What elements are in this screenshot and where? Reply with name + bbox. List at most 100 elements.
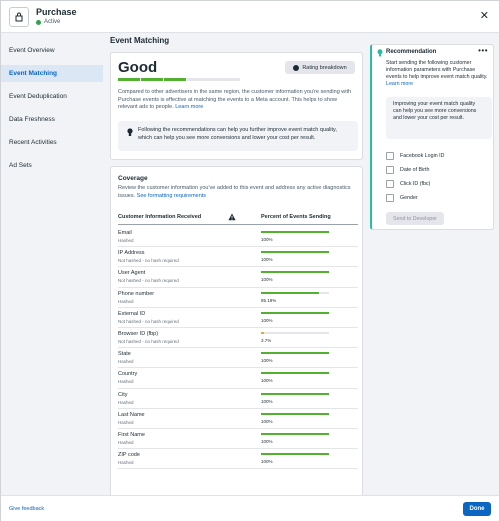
- info-icon: [293, 64, 300, 71]
- table-row: Phone number Hashed 85.19%: [118, 288, 358, 308]
- rating-label: Good: [118, 59, 158, 76]
- coverage-bar-track: [261, 412, 329, 415]
- param-label: Click ID (fbc): [400, 181, 431, 187]
- more-options-icon[interactable]: •••: [478, 46, 488, 55]
- hash-status: Not hashed - no hash required: [118, 278, 179, 284]
- coverage-bar-fill: [261, 352, 329, 355]
- sidebar-item-event-matching[interactable]: Event Matching: [1, 65, 103, 82]
- rating-segment: [187, 78, 240, 81]
- coverage-bar-fill: [261, 291, 319, 294]
- param-name: Browser ID (fbp): [118, 330, 159, 337]
- coverage-table-header: Customer Information Received Percent of…: [118, 211, 358, 225]
- param-name: Last Name: [118, 411, 145, 418]
- status-dot-icon: [36, 19, 41, 25]
- hash-status: Hashed: [118, 439, 134, 445]
- coverage-bar-fill: [261, 231, 329, 233]
- tip-box: Following the recommendations can help y…: [118, 121, 358, 151]
- dialog-footer: Give feedback Done: [1, 495, 499, 521]
- close-icon[interactable]: ✕: [480, 9, 489, 22]
- recommendation-description-text: Start sending the following customer inf…: [386, 60, 488, 80]
- param-name: User Agent: [118, 270, 146, 277]
- hash-status: Hashed: [118, 359, 134, 365]
- coverage-percent: 100%: [261, 438, 273, 444]
- coverage-bar-track: [261, 432, 329, 435]
- sidebar-item-recent-activities[interactable]: Recent Activities: [1, 134, 105, 151]
- checkbox[interactable]: [386, 152, 394, 160]
- coverage-percent: 100%: [261, 237, 273, 242]
- sidebar: Event Overview Event Matching Event Dedu…: [1, 34, 105, 494]
- coverage-table-body: Email Hashed 100% IP Address Not hashed - no…: [118, 227, 358, 470]
- table-row: External ID Not hashed - no hash required…: [118, 308, 358, 328]
- param-name: ZIP code: [118, 452, 140, 459]
- hash-status: Not hashed - no hash required: [118, 318, 179, 324]
- sidebar-item-event-deduplication[interactable]: Event Deduplication: [1, 88, 105, 105]
- page-title: Event Matching: [110, 36, 170, 45]
- match-description: Compared to other advertisers in the sam…: [118, 89, 358, 112]
- coverage-bar-track: [261, 372, 329, 375]
- param-name: City: [118, 391, 128, 398]
- coverage-bar-track: [261, 453, 329, 456]
- coverage-bar-track: [261, 392, 329, 395]
- coverage-card: Coverage Review the customer information…: [110, 166, 363, 514]
- coverage-bar-track: [261, 251, 329, 254]
- param-name: Country: [118, 371, 138, 378]
- dialog-window: Purchase Active ✕ Event Overview Event M…: [0, 0, 500, 521]
- sidebar-item-data-freshness[interactable]: Data Freshness: [1, 111, 105, 128]
- checkbox[interactable]: [386, 180, 394, 188]
- rating-breakdown-button[interactable]: Rating breakdown: [285, 61, 355, 74]
- coverage-bar-track: [261, 271, 329, 274]
- table-row: IP Address Not hashed - no hash required 1…: [118, 247, 358, 268]
- hash-status: Hashed: [118, 379, 134, 385]
- hash-status: Hashed: [118, 419, 134, 425]
- recommendation-learn-more-link[interactable]: Learn more: [386, 81, 413, 87]
- coverage-bar-fill: [261, 251, 329, 254]
- coverage-percent: 100%: [261, 459, 273, 465]
- lightbulb-icon: [127, 128, 133, 136]
- status-label: Active: [44, 19, 61, 25]
- match-quality-card: Good Rating breakdown Compared to other …: [110, 52, 363, 160]
- learn-more-link[interactable]: Learn more: [175, 104, 203, 110]
- param-label: Facebook Login ID: [400, 153, 445, 159]
- table-row: City Hashed 100%: [118, 389, 358, 409]
- coverage-bar-fill: [261, 331, 264, 334]
- dialog-header: Purchase Active ✕: [1, 1, 499, 33]
- table-row: Email Hashed 100%: [118, 227, 358, 248]
- param-label: Date of Birth: [400, 167, 430, 173]
- table-row: ZIP code Hashed 100%: [118, 449, 358, 470]
- coverage-bar-fill: [261, 432, 329, 435]
- hash-status: Hashed: [118, 238, 134, 243]
- coverage-bar-track: [261, 311, 329, 314]
- coverage-percent: 100%: [261, 257, 273, 263]
- done-button[interactable]: Done: [463, 502, 491, 516]
- table-row: Last Name Hashed 100%: [118, 409, 358, 429]
- param-checkbox-row[interactable]: Gender: [386, 193, 418, 203]
- coverage-bar-fill: [261, 453, 329, 456]
- param-checkbox-row[interactable]: Date of Birth: [386, 165, 429, 175]
- sidebar-item-ad-sets[interactable]: Ad Sets: [1, 157, 105, 174]
- checkbox[interactable]: [386, 194, 394, 202]
- param-checkbox-row[interactable]: Click ID (fbc): [386, 179, 430, 189]
- param-name: Email: [118, 230, 132, 236]
- warning-icon[interactable]: [228, 213, 236, 221]
- coverage-bar-track: [261, 331, 329, 334]
- give-feedback-link[interactable]: Give feedback: [9, 506, 44, 512]
- coverage-bar-fill: [261, 311, 329, 314]
- coverage-percent: 100%: [261, 398, 273, 404]
- coverage-bar-track: [261, 352, 329, 355]
- hash-status: Hashed: [118, 460, 134, 466]
- param-name: First Name: [118, 431, 145, 438]
- sidebar-item-event-overview[interactable]: Event Overview: [1, 42, 105, 59]
- tip-text: Following the recommendations can help y…: [138, 127, 337, 141]
- param-name: IP Address: [118, 250, 145, 257]
- checkbox[interactable]: [386, 166, 394, 174]
- send-to-developer-button[interactable]: Send to Developer: [386, 212, 444, 225]
- column-header-info: Customer Information Received: [118, 214, 202, 220]
- param-name: External ID: [118, 310, 146, 317]
- param-checkbox-row[interactable]: Facebook Login ID: [386, 151, 444, 161]
- formatting-requirements-link[interactable]: See formatting requirements: [137, 193, 206, 199]
- coverage-bar-track: [261, 231, 329, 233]
- param-name: Phone number: [118, 290, 155, 297]
- rating-breakdown-label: Rating breakdown: [302, 64, 347, 71]
- coverage-percent: 3.7%: [261, 337, 272, 343]
- rating-segment: [118, 78, 140, 81]
